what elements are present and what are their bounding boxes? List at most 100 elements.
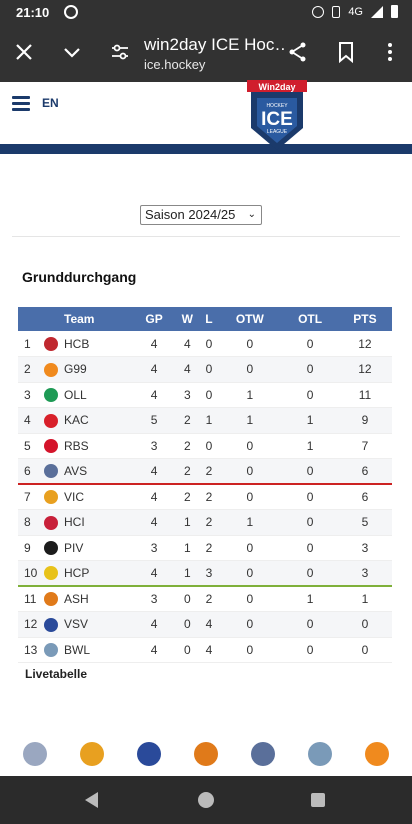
table-row[interactable]: 2 G99 4 4 0 0 0 12 <box>18 356 392 383</box>
chevron-down-icon: ⌄ <box>247 209 256 220</box>
points: 1 <box>361 592 369 606</box>
team-name[interactable]: HCI <box>64 510 134 536</box>
more-vert-icon[interactable] <box>378 40 402 64</box>
team-logo-cell <box>38 637 64 663</box>
table-row[interactable]: 6 AVS 4 2 2 0 0 6 <box>18 458 392 485</box>
overtime-wins: 0 <box>246 362 254 377</box>
team-rank: 11 <box>24 592 37 606</box>
team-name[interactable]: VSV <box>64 612 134 638</box>
wins: 0 <box>183 592 191 606</box>
overtime-wins: 0 <box>246 617 254 632</box>
team-logo-icon <box>44 464 58 479</box>
season-select[interactable]: Saison 2024/25 ⌄ <box>140 205 262 225</box>
ice-league-logo[interactable]: Win2day HOCKEY ICE LEAGUE <box>247 80 307 152</box>
team-name[interactable]: RBS <box>64 433 134 459</box>
vsv-logo-icon[interactable] <box>136 742 161 766</box>
overtime-wins: 1 <box>246 515 254 530</box>
team-name[interactable]: KAC <box>64 408 134 434</box>
menu-icon[interactable] <box>12 96 30 112</box>
language-switch[interactable]: EN <box>42 96 59 110</box>
table-row[interactable]: 3 OLL 4 3 0 1 0 11 <box>18 382 392 408</box>
table-row[interactable]: 9 PIV 3 1 2 0 0 3 <box>18 535 392 561</box>
table-row[interactable]: 13 BWL 4 0 4 0 0 0 <box>18 637 392 663</box>
share-icon[interactable] <box>286 40 310 64</box>
team-name[interactable]: PIV <box>64 535 134 561</box>
header-w: W <box>181 312 193 326</box>
games-played: 4 <box>150 336 158 351</box>
points: 12 <box>358 362 372 377</box>
table-row[interactable]: 10 HCP 4 1 3 0 0 3 <box>18 560 392 587</box>
bwl-logo-icon[interactable] <box>308 742 333 766</box>
team-logo-icon <box>44 388 58 403</box>
team-logo-icon <box>44 490 58 505</box>
site-header: EN Win2day HOCKEY ICE LEAGUE <box>0 80 412 154</box>
header-pts: PTS <box>353 312 377 326</box>
points: 3 <box>361 540 369 555</box>
team-name[interactable]: VIC <box>64 484 134 510</box>
team-logo-cell <box>38 561 64 587</box>
recents-icon[interactable] <box>311 793 325 807</box>
logo-main-text: ICE <box>261 109 293 130</box>
team-logo-cell <box>38 459 64 485</box>
overtime-losses: 0 <box>306 464 314 478</box>
back-icon[interactable] <box>85 792 98 808</box>
team-logo-cell <box>38 510 64 536</box>
table-row[interactable]: 1 HCB 4 4 0 0 0 12 <box>18 331 392 357</box>
points: 6 <box>361 464 369 478</box>
divider <box>12 236 400 237</box>
team-logo-cell <box>38 484 64 510</box>
table-row[interactable]: 7 VIC 4 2 2 0 0 6 <box>18 484 392 510</box>
tune-icon[interactable] <box>108 40 132 64</box>
overtime-wins: 0 <box>246 642 254 657</box>
losses: 4 <box>205 642 213 657</box>
page-url[interactable]: ice.hockey <box>144 57 205 72</box>
games-played: 4 <box>150 617 158 632</box>
standings-table: Team GP W L OTW OTL PTS 1 HCB 4 4 0 0 0 12 2 G99 4… <box>18 307 392 663</box>
team-rank: 12 <box>24 617 38 632</box>
overtime-wins: 1 <box>246 387 254 402</box>
wins: 4 <box>183 336 191 351</box>
team-logo-icon <box>44 439 58 454</box>
wins: 2 <box>183 413 191 428</box>
overtime-losses: 0 <box>306 617 314 632</box>
browser-toolbar: win2day ICE Hoc… ice.hockey <box>0 26 412 82</box>
avs-logo-icon[interactable] <box>251 742 276 766</box>
team-name[interactable]: HCP <box>64 561 134 587</box>
vic-logo-icon[interactable] <box>79 742 104 766</box>
g99-logo-icon[interactable] <box>365 742 390 766</box>
table-row[interactable]: 11 ASH 3 0 2 0 1 1 <box>18 586 392 612</box>
points: 3 <box>361 566 369 580</box>
header-pos <box>18 307 38 331</box>
table-row[interactable]: 4 KAC 5 2 1 1 1 9 <box>18 407 392 434</box>
team-name[interactable]: AVS <box>64 459 134 485</box>
vibrate-icon <box>332 5 341 18</box>
games-played: 4 <box>150 362 158 377</box>
overtime-wins: 0 <box>246 438 254 453</box>
bookmark-icon[interactable] <box>334 40 358 64</box>
points: 11 <box>358 387 372 402</box>
team-logos-bar <box>0 732 412 776</box>
games-played: 4 <box>150 490 158 504</box>
table-row[interactable]: 12 VSV 4 0 4 0 0 0 <box>18 611 392 638</box>
table-row[interactable]: 8 HCI 4 1 2 1 0 5 <box>18 509 392 536</box>
team-name[interactable]: BWL <box>64 637 134 663</box>
section-title: Grunddurchgang <box>22 269 137 285</box>
wins: 1 <box>183 566 191 580</box>
points: 12 <box>358 336 372 351</box>
team-name[interactable]: HCB <box>64 331 134 357</box>
live-table-link[interactable]: Livetabelle <box>25 667 87 681</box>
home-icon[interactable] <box>198 792 214 808</box>
team-rank: 7 <box>24 490 31 504</box>
team-name[interactable]: G99 <box>64 357 134 383</box>
wins: 0 <box>183 617 191 632</box>
chevron-down-icon[interactable] <box>60 40 84 64</box>
team-name[interactable]: OLL <box>64 382 134 408</box>
team-name[interactable]: ASH <box>64 586 134 612</box>
close-icon[interactable] <box>12 40 36 64</box>
header-otl: OTL <box>298 312 323 326</box>
table-row[interactable]: 5 RBS 3 2 0 0 1 7 <box>18 433 392 459</box>
team-logo-icon <box>44 541 58 556</box>
ash-logo-icon[interactable] <box>193 742 218 766</box>
hci-logo-icon[interactable] <box>22 742 47 766</box>
team-logo-cell <box>38 433 64 459</box>
